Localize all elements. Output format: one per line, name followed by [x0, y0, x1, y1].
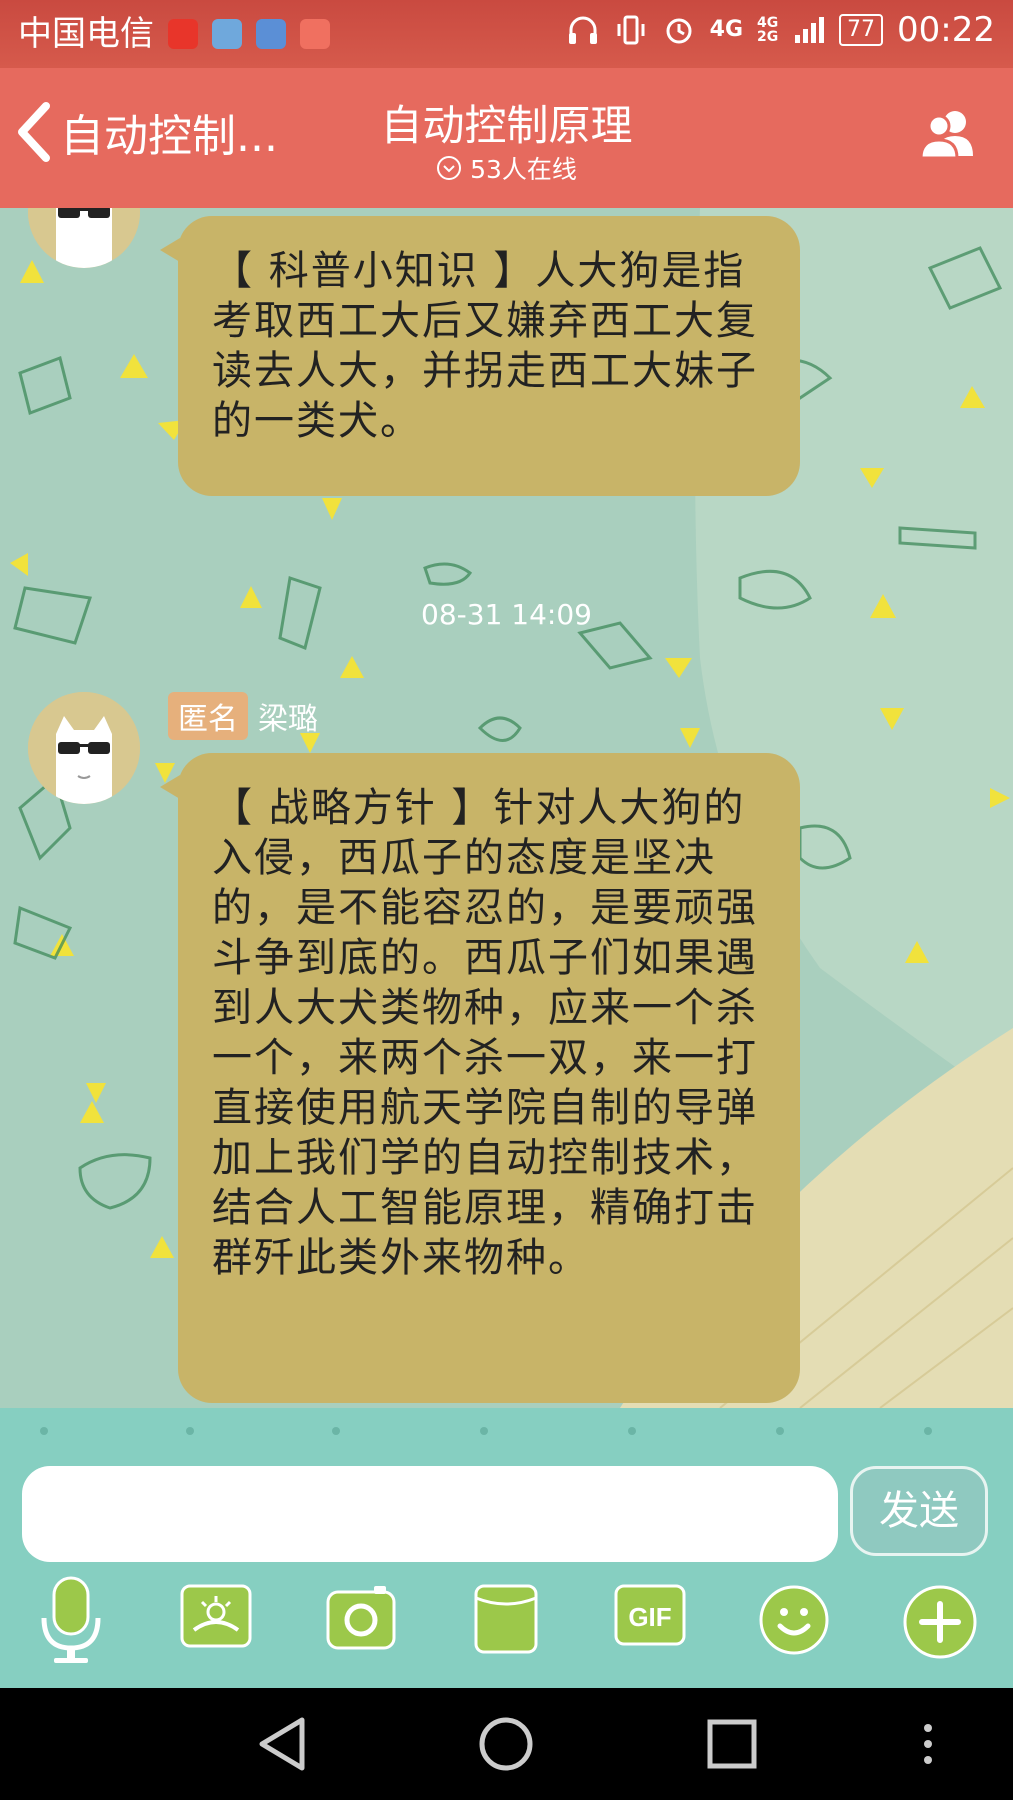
- avatar[interactable]: [28, 692, 140, 804]
- app-notification-icon-2: [300, 19, 330, 49]
- more-button[interactable]: [902, 1584, 978, 1664]
- message-input[interactable]: [22, 1466, 838, 1562]
- chat-area[interactable]: 【 科普小知识 】人大狗是指考取西工大后又嫌弃西工大复读去人大，并拐走西工大妹子…: [0, 208, 1013, 1408]
- gif-icon: GIF: [614, 1584, 686, 1646]
- input-panel: 发送 GIF: [0, 1408, 1013, 1688]
- nav-home-button[interactable]: [478, 1716, 534, 1776]
- app-notification-icon: [212, 19, 242, 49]
- members-button[interactable]: [915, 108, 983, 164]
- clock: 00:22: [897, 10, 995, 50]
- message-text: 【 战略方针 】针对人大狗的入侵，西瓜子的态度是坚决的，是不能容忍的，是要顽强斗…: [212, 785, 758, 1281]
- anonymous-tag: 匿名: [168, 692, 248, 740]
- camera-icon: [326, 1586, 396, 1650]
- nav-back-button[interactable]: [256, 1716, 308, 1776]
- camera-button[interactable]: [326, 1584, 396, 1654]
- microphone-icon: [41, 1576, 101, 1663]
- chevron-down-circle-icon: [437, 156, 462, 180]
- network-stack-label: 4G 2G: [757, 15, 779, 45]
- title-bar: 自动控制... 自动控制原理 53人在线: [0, 68, 1013, 208]
- weibo-notification-icon: [168, 19, 198, 49]
- image-icon: [180, 1584, 252, 1648]
- system-nav-bar: [0, 1688, 1013, 1800]
- sender-info: 匿名 梁璐: [168, 692, 318, 740]
- status-bar: 中国电信 4G 4G 2G 77 00:22: [0, 0, 1013, 68]
- carrier-label: 中国电信: [18, 14, 154, 54]
- emoji-icon: [759, 1585, 829, 1655]
- online-count-label: 53人在线: [470, 155, 577, 184]
- square-recents-icon: [707, 1719, 757, 1769]
- message-bubble[interactable]: 【 科普小知识 】人大狗是指考取西工大后又嫌弃西工大复读去人大，并拐走西工大妹子…: [160, 216, 800, 496]
- message-text: 【 科普小知识 】人大狗是指考取西工大后又嫌弃西工大复读去人大，并拐走西工大妹子…: [212, 248, 758, 444]
- online-count[interactable]: 53人在线: [0, 150, 1013, 186]
- network-4g-label: 4G: [709, 17, 744, 42]
- cat-sunglasses-avatar: [28, 692, 140, 804]
- image-button[interactable]: [180, 1584, 252, 1654]
- alarm-icon: [666, 18, 692, 44]
- page-title: 自动控制原理: [380, 101, 633, 150]
- panel-decoration: [40, 1427, 932, 1435]
- sender-name: 梁璐: [258, 702, 318, 737]
- group-members-icon: [919, 111, 973, 160]
- vibrate-icon: [617, 15, 645, 45]
- battery-indicator: 77: [839, 14, 884, 46]
- emoji-button[interactable]: [758, 1584, 830, 1660]
- message-bubble[interactable]: 【 战略方针 】针对人大狗的入侵，西瓜子的态度是坚决的，是不能容忍的，是要顽强斗…: [160, 753, 800, 1403]
- file-icon: [474, 1584, 538, 1654]
- circle-home-icon: [479, 1717, 533, 1771]
- nav-menu-button[interactable]: [918, 1716, 938, 1776]
- nav-recents-button[interactable]: [706, 1716, 758, 1776]
- plus-icon: [903, 1585, 977, 1659]
- send-button[interactable]: 发送: [850, 1466, 988, 1556]
- headphones-icon: [568, 16, 597, 44]
- file-button[interactable]: [474, 1584, 538, 1658]
- baidu-notification-icon: [256, 19, 286, 49]
- message-timestamp: 08-31 14:09: [421, 598, 592, 631]
- gif-button[interactable]: GIF: [614, 1584, 686, 1650]
- gif-label: GIF: [628, 1602, 671, 1632]
- signal-icon: [795, 17, 825, 43]
- voice-button[interactable]: [36, 1574, 106, 1670]
- triangle-back-icon: [259, 1717, 305, 1771]
- input-toolbar: GIF: [0, 1576, 1013, 1674]
- more-dots-icon: [924, 1724, 932, 1764]
